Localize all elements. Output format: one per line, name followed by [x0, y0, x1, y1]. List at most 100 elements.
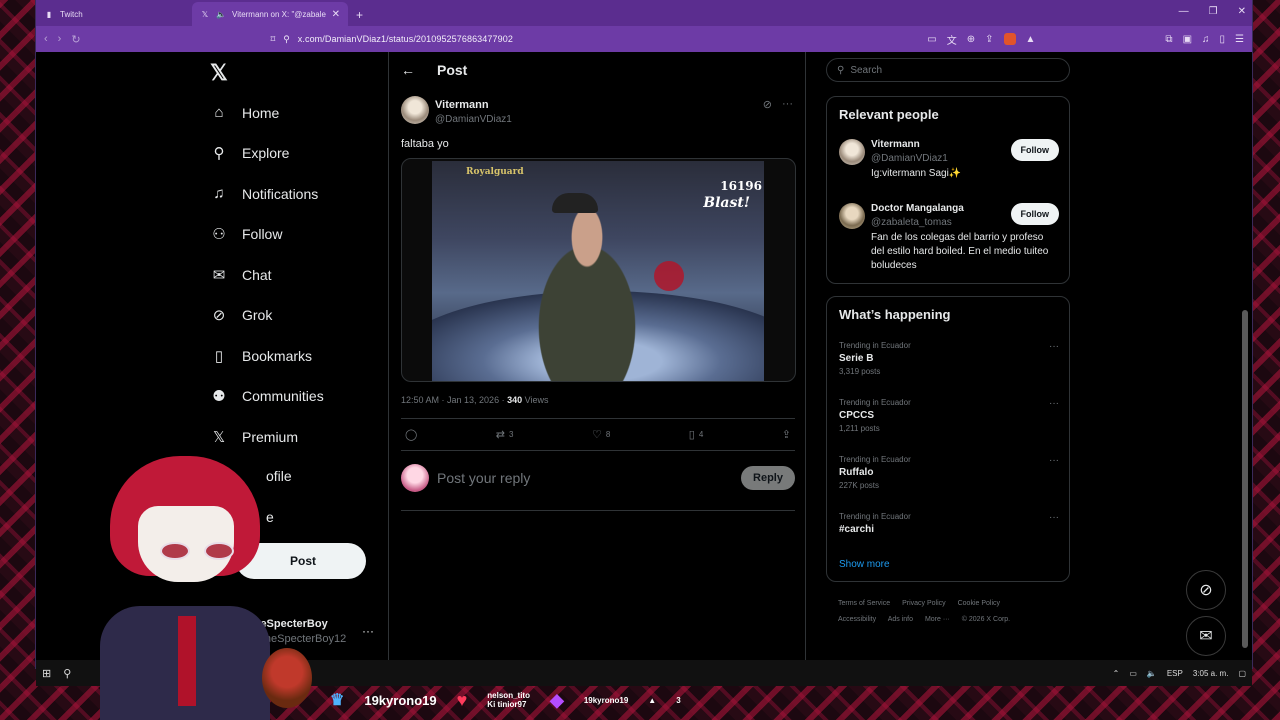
- more-icon[interactable]: ···: [1049, 341, 1059, 352]
- extensions-icon[interactable]: ⧉: [1165, 34, 1172, 45]
- audio-icon[interactable]: 🔈: [216, 9, 226, 19]
- maximize-icon[interactable]: ❐: [1209, 6, 1218, 17]
- zoom-icon[interactable]: ⊕: [967, 34, 975, 45]
- browser-toolbar: ‹ › ↻ ⌑ ⚲ x.com/DamianVDiaz1/status/2010…: [36, 26, 1252, 52]
- mail-icon: ✉: [212, 267, 226, 284]
- rewards-icon[interactable]: ▲: [1026, 34, 1036, 45]
- scrollbar-thumb[interactable]: [1242, 310, 1248, 648]
- grok-float-button[interactable]: ⊘: [1186, 570, 1226, 610]
- like-action[interactable]: ♡ 8: [592, 428, 610, 441]
- messages-float-button[interactable]: ✉: [1186, 616, 1226, 656]
- x-logo-icon[interactable]: 𝕏: [210, 60, 228, 86]
- person-card[interactable]: Doctor Mangalanga @zabaleta_tomas Fan de…: [839, 203, 1059, 273]
- wallet-icon[interactable]: ▣: [1183, 34, 1192, 45]
- chevron-up-icon[interactable]: ⌃: [1113, 669, 1120, 678]
- network-icon[interactable]: ▭: [1129, 669, 1137, 678]
- post-time[interactable]: 12:50 AM · Jan 13, 2026 ·: [401, 395, 507, 405]
- footer-link[interactable]: Accessibility: [838, 616, 876, 623]
- follow-button[interactable]: Follow: [1010, 203, 1059, 225]
- footer-link[interactable]: Cookie Policy: [958, 600, 1000, 607]
- follow-button[interactable]: Follow: [1010, 139, 1059, 161]
- url-text[interactable]: x.com/DamianVDiaz1/status/20109525768634…: [298, 34, 513, 44]
- relevant-people-title: Relevant people: [839, 107, 939, 122]
- repost-count: 3: [509, 430, 514, 439]
- tab-x-post[interactable]: 𝕏 🔈 Vitermann on X: "@zabaleta_ ✕: [192, 2, 348, 26]
- trend-item[interactable]: Trending in Ecuador Serie B 3,319 posts …: [839, 341, 1059, 376]
- nav-grok[interactable]: ⊘ Grok: [210, 306, 273, 324]
- trend-item[interactable]: Trending in Ecuador Ruffalo 227K posts ·…: [839, 455, 1059, 490]
- more-icon[interactable]: ···: [1049, 398, 1059, 409]
- mail-icon: ✉: [1199, 628, 1213, 645]
- bookmark-page-icon[interactable]: ⌑: [271, 34, 276, 45]
- nav-home[interactable]: ⌂ Home: [210, 104, 279, 121]
- sidebar-icon[interactable]: ▯: [1220, 34, 1226, 45]
- nav-communities[interactable]: ⚉ Communities: [210, 387, 323, 405]
- footer-link[interactable]: Privacy Policy: [902, 600, 946, 607]
- close-tab-icon[interactable]: ✕: [332, 9, 340, 20]
- notification-icon[interactable]: ▢: [1238, 669, 1246, 678]
- trend-item[interactable]: Trending in Ecuador CPCCS 1,211 posts ··…: [839, 398, 1059, 433]
- author-handle[interactable]: @DamianVDiaz1: [435, 114, 512, 125]
- tab-twitch[interactable]: ▮ Twitch: [36, 2, 192, 26]
- avatar[interactable]: [839, 139, 865, 165]
- footer-link[interactable]: More ···: [925, 616, 950, 623]
- footer-links: Terms of Service Privacy Policy Cookie P…: [838, 596, 1058, 628]
- reply-action[interactable]: ◯: [405, 428, 417, 441]
- reload-icon[interactable]: ↻: [71, 33, 80, 46]
- brave-shield-icon[interactable]: [1003, 33, 1016, 45]
- footer-link[interactable]: Ads info: [888, 616, 913, 623]
- nav-premium[interactable]: 𝕏 Premium: [210, 428, 298, 446]
- video-frame[interactable]: Royalguard 16196 Blast!: [432, 161, 764, 381]
- search-icon[interactable]: ⚲: [63, 667, 71, 680]
- person-card[interactable]: Vitermann @DamianVDiaz1 Ig:vitermann Sag…: [839, 139, 1059, 181]
- more-icon[interactable]: ···: [1049, 455, 1059, 466]
- more-icon[interactable]: ···: [782, 98, 793, 111]
- nav-bookmarks[interactable]: ▯ Bookmarks: [210, 347, 312, 365]
- share-action[interactable]: ⇪: [782, 428, 791, 441]
- reply-button[interactable]: Reply: [741, 466, 795, 490]
- cast-icon[interactable]: ▭: [927, 34, 936, 45]
- author-name[interactable]: Vitermann: [435, 99, 512, 111]
- volume-icon[interactable]: 🔈: [1147, 669, 1157, 678]
- back-icon[interactable]: ‹: [44, 33, 48, 46]
- scrollbar[interactable]: [1242, 58, 1248, 648]
- translate-icon[interactable]: 文: [947, 32, 957, 47]
- chibi-sprite: [262, 648, 312, 708]
- grok-explain-icon[interactable]: ⊘: [763, 98, 772, 111]
- follower-name: nelson_tito: [487, 691, 530, 700]
- video-hud: Royalguard: [466, 167, 524, 177]
- footer-link[interactable]: Terms of Service: [838, 600, 890, 607]
- site-info-icon[interactable]: ⚲: [283, 34, 290, 45]
- close-window-icon[interactable]: ✕: [1238, 6, 1246, 17]
- clock[interactable]: 3:05 a. m.: [1193, 669, 1229, 678]
- account-more-icon[interactable]: ···: [362, 624, 374, 638]
- post-author[interactable]: Vitermann @DamianVDiaz1: [401, 96, 512, 125]
- avatar[interactable]: [401, 96, 429, 124]
- language-indicator[interactable]: ESP: [1167, 669, 1183, 678]
- nav-explore[interactable]: ⚲ Explore: [210, 144, 290, 162]
- post-video[interactable]: Royalguard 16196 Blast!: [401, 158, 796, 382]
- nav-chat[interactable]: ✉ Chat: [210, 266, 272, 284]
- avatar[interactable]: [839, 203, 865, 229]
- show-more-link[interactable]: Show more: [839, 559, 890, 570]
- back-arrow-icon[interactable]: ←: [401, 62, 415, 78]
- more-icon[interactable]: ···: [1049, 512, 1059, 523]
- trend-context: Trending in Ecuador: [839, 341, 911, 350]
- search-input[interactable]: ⚲ Search: [826, 58, 1070, 82]
- nav-notifications[interactable]: ♫ Notifications: [210, 185, 318, 202]
- menu-icon[interactable]: ☰: [1235, 34, 1244, 45]
- address-bar[interactable]: ⌑ ⚲ x.com/DamianVDiaz1/status/2010952576…: [91, 34, 918, 45]
- media-icon[interactable]: ♫: [1202, 34, 1210, 45]
- forward-icon[interactable]: ›: [58, 33, 62, 46]
- minimize-icon[interactable]: —: [1179, 6, 1189, 17]
- reply-input[interactable]: Post your reply: [437, 470, 733, 486]
- new-tab-button[interactable]: +: [348, 8, 371, 26]
- search-placeholder: Search: [850, 64, 883, 76]
- trend-item[interactable]: Trending in Ecuador #carchi ···: [839, 512, 1059, 535]
- nav-follow[interactable]: ⚇ Follow: [210, 225, 282, 243]
- bookmark-action[interactable]: ▯ 4: [689, 428, 704, 441]
- toolbar-icons: ▭ 文 ⊕ ⇪ ▲ ⧉ ▣ ♫ ▯ ☰: [927, 32, 1244, 47]
- windows-start-icon[interactable]: ⊞: [42, 667, 51, 680]
- share-icon[interactable]: ⇪: [985, 34, 993, 45]
- repost-action[interactable]: ⇄ 3: [496, 428, 514, 441]
